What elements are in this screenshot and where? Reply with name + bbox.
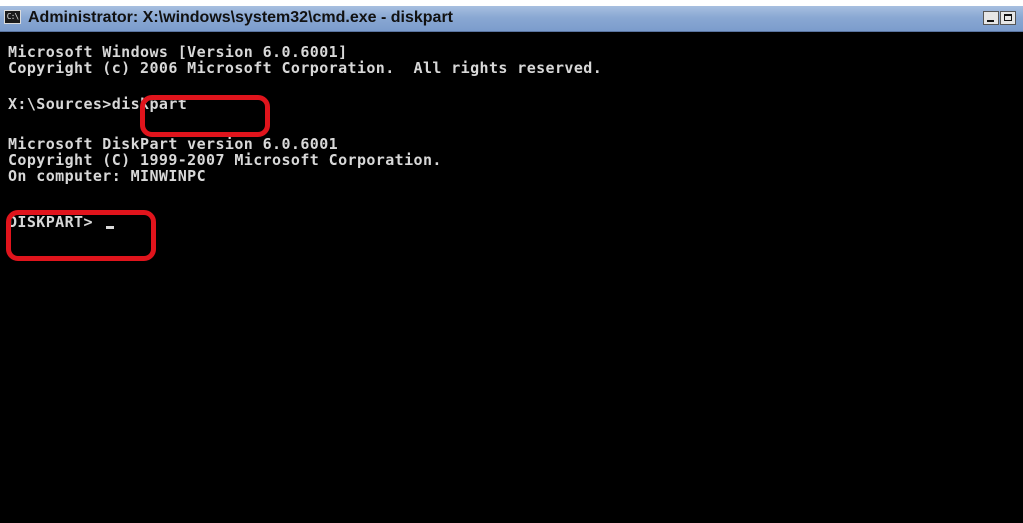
window-title: Administrator: X:\windows\system32\cmd.e… (28, 9, 454, 26)
highlight-diskpart-command (140, 95, 270, 137)
console-line: Microsoft DiskPart version 6.0.6001 (8, 135, 339, 153)
cmd-window: C:\ Administrator: X:\windows\system32\c… (0, 6, 1023, 523)
console-line: On computer: MINWINPC (8, 167, 207, 185)
console-line: Copyright (c) 2006 Microsoft Corporation… (8, 59, 603, 77)
minimize-button[interactable] (983, 11, 999, 25)
console-line: Microsoft Windows [Version 6.0.6001] (8, 43, 348, 61)
cmd-icon[interactable]: C:\ (4, 10, 21, 24)
console-line: Copyright (C) 1999-2007 Microsoft Corpor… (8, 151, 442, 169)
highlight-diskpart-prompt (6, 210, 156, 261)
maximize-button[interactable] (1000, 11, 1016, 25)
title-bar[interactable]: C:\ Administrator: X:\windows\system32\c… (0, 6, 1023, 32)
